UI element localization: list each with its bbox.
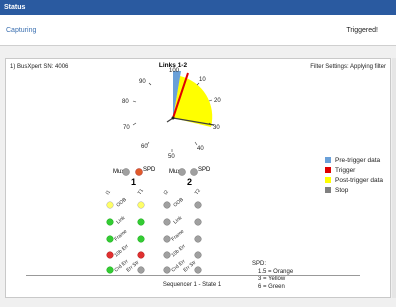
legend-swatch [325,167,331,173]
link1-crd-i [106,266,114,274]
link1-row-link: Link [115,215,126,226]
link1-col-t1: T1 [137,188,145,196]
tick-80: 80 [122,99,129,105]
status-bar: Capturing Triggered! [0,15,396,46]
link2-oob-i [163,201,171,209]
gauge-hub [171,116,175,120]
tick-40: 40 [197,146,204,152]
legend-posttrigger: Post-trigger data [325,175,383,185]
link1-frame-i [106,235,114,243]
link2-row-link: Link [172,215,183,226]
link1-link-i [106,218,114,226]
link2-link-t [194,218,202,226]
link2-frame-t [194,235,202,243]
divider [26,275,360,276]
legend-trigger: Trigger [325,165,383,175]
link1-col-i1: I1 [105,189,112,196]
link2-frame-i [163,235,171,243]
sequencer-status: Sequencer 1 - State 1 [162,282,222,288]
link2-number: 2 [187,177,192,187]
link1-link-t [137,218,145,226]
trigger-status: Triggered! [346,27,378,34]
link1-spd-label: SPD [143,167,156,173]
legend-stop: Stop [325,185,383,195]
tick-10: 10 [199,77,206,83]
spd-key-title: SPD: [252,261,267,267]
link1-oob-t [137,201,145,209]
link1-oob-i [106,201,114,209]
legend-swatch [325,187,331,193]
link1-frame-t [137,235,145,243]
legend-swatch [325,177,331,183]
link2-10b-t [194,251,202,259]
link2-spd-label: SPD [198,167,211,173]
link2-row-oob: OOB [172,196,185,208]
link2-10b-i [163,251,171,259]
legend-pretrigger: Pre-trigger data [325,155,383,165]
link1-row-frame: Frame [113,229,128,243]
link1-row-oob: OOB [115,196,128,208]
link2-link-i [163,218,171,226]
tick-100: 100 [169,68,180,74]
link2-col-t2: T2 [194,188,202,196]
capture-status: Capturing [6,27,37,34]
scrollbar[interactable] [392,58,396,298]
link2-crd-t [194,266,202,274]
link1-row-10b: 10b Err [113,243,130,258]
link1-mux-led [122,168,130,176]
tick-30: 30 [213,125,220,131]
link1-spd-led [135,168,143,176]
tick-90: 90 [139,79,146,85]
link2-col-i2: I2 [163,189,170,196]
link1-number: 1 [131,177,136,187]
gauge-legend: Pre-trigger data Trigger Post-trigger da… [325,155,383,195]
tick-70: 70 [123,125,130,131]
device-panel: 1) BusXpert SN: 4006 Filter Settings: Ap… [5,58,391,298]
link2-oob-t [194,201,202,209]
link2-mux-led [178,168,186,176]
link1-10b-i [106,251,114,259]
link2-row-10b: 10b Err [170,243,187,258]
link1-10b-t [137,251,145,259]
link2-spd-led [190,168,198,176]
tick-50: 50 [168,154,175,160]
legend-swatch [325,157,331,163]
link1-crd-t [137,266,145,274]
tick-20: 20 [214,98,221,104]
link2-row-frame: Frame [170,229,185,243]
window-title: Status [0,0,396,15]
link2-crd-i [163,266,171,274]
